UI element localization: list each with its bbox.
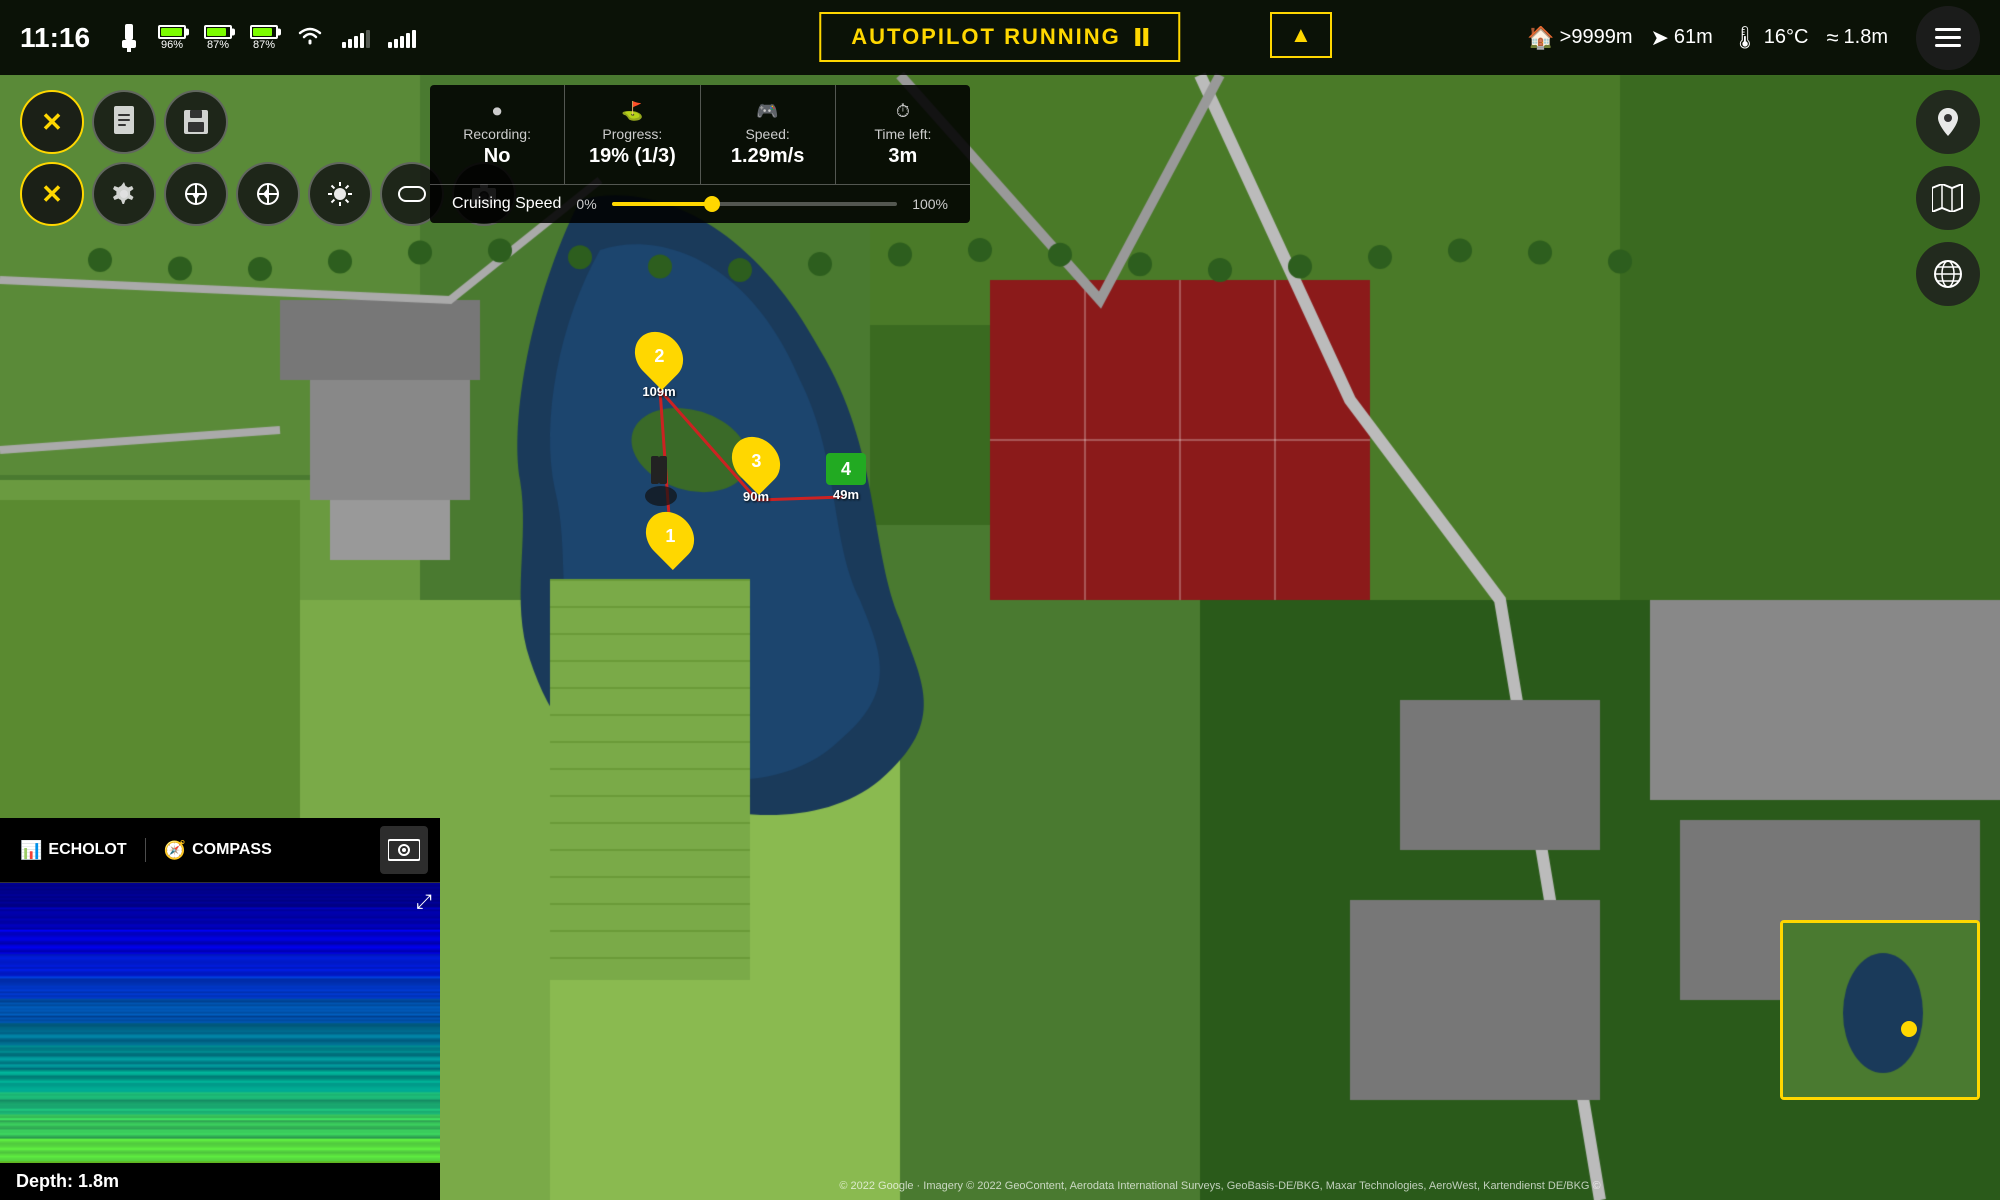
battery-3: 87% — [250, 25, 278, 51]
speed-slider[interactable] — [612, 202, 898, 206]
map-type-button[interactable] — [1916, 166, 1980, 230]
mini-map-canvas — [1783, 923, 1980, 1100]
progress-icon: ⛳ — [587, 101, 677, 122]
recording-icon: ⏺ — [452, 101, 542, 122]
waypoint-down-1[interactable] — [164, 162, 228, 226]
pause-icon — [1136, 28, 1149, 46]
mini-map[interactable] — [1780, 920, 1980, 1100]
compass-label: COMPASS — [192, 841, 272, 859]
close-button-2[interactable]: ✕ — [20, 162, 84, 226]
waypoint-2[interactable]: 2 109m — [637, 330, 681, 399]
waypoint-4-pin: 4 — [826, 453, 866, 485]
battery-2: 87% — [204, 25, 232, 51]
signal-bars-1 — [342, 28, 370, 48]
echolot-extra-btn[interactable] — [380, 826, 428, 874]
status-time: 11:16 — [20, 22, 100, 54]
cruising-speed-label: Cruising Speed — [452, 195, 561, 213]
nav-item: ➤ 61m — [1650, 25, 1712, 51]
temp-icon: 🌡 — [1731, 25, 1759, 51]
compass-icon: 🧭 — [164, 840, 186, 861]
nav-icon: ➤ — [1650, 25, 1668, 51]
autopilot-label: AUTOPILOT RUNNING — [851, 24, 1120, 50]
recording-cell: ⏺ Recording: No — [430, 85, 565, 184]
speed-slider-track — [612, 202, 898, 206]
waypoint-3[interactable]: 3 90m — [734, 435, 778, 504]
speed-max-label: 100% — [912, 196, 948, 212]
save-button[interactable] — [164, 90, 228, 154]
speed-icon: 🎮 — [723, 101, 813, 122]
battery-1: 96% — [158, 25, 186, 51]
echolot-label: ECHOLOT — [48, 841, 126, 859]
waypoint-1[interactable]: 1 — [648, 510, 692, 562]
speed-min-label: 0% — [576, 196, 596, 212]
autopilot-alert-button[interactable]: ▲ — [1270, 12, 1332, 58]
echolot-panel: 📊 ECHOLOT 🧭 COMPASS ⤢ Depth: 1.8m — [0, 818, 440, 1200]
boat-icon — [637, 450, 685, 510]
waypoint-4-label: 49m — [833, 487, 859, 502]
progress-cell: ⛳ Progress: 19% (1/3) — [565, 85, 700, 184]
settings-button[interactable] — [92, 162, 156, 226]
boat-marker — [637, 450, 685, 510]
altitude-item: 🏠 >9999m — [1527, 25, 1632, 51]
mini-map-position — [1901, 1021, 1917, 1037]
right-controls — [1916, 90, 1980, 306]
timeleft-cell: ⏱ Time left: 3m — [836, 85, 970, 184]
tab-separator — [145, 838, 146, 862]
globe-button[interactable] — [1916, 242, 1980, 306]
timeleft-icon: ⏱ — [858, 101, 948, 122]
echolot-header: 📊 ECHOLOT 🧭 COMPASS — [0, 818, 440, 883]
close-button-1[interactable]: ✕ — [20, 90, 84, 154]
compass-tab[interactable]: 🧭 COMPASS — [156, 836, 280, 865]
signal-item: ≈ 1.8m — [1826, 25, 1888, 51]
location-button[interactable] — [1916, 90, 1980, 154]
echolot-footer: Depth: 1.8m — [0, 1163, 440, 1200]
signal-wave-icon: ≈ — [1826, 25, 1838, 51]
depth-value: Depth: 1.8m — [16, 1171, 119, 1191]
document-button[interactable] — [92, 90, 156, 154]
speed-slider-fill — [612, 202, 712, 206]
temp-item: 🌡 16°C — [1731, 25, 1809, 51]
info-panel-bottom: Cruising Speed 0% 100% — [430, 185, 970, 223]
map-attribution: © 2022 Google · Imagery © 2022 GeoConten… — [440, 1180, 2000, 1192]
info-panel-top: ⏺ Recording: No ⛳ Progress: 19% (1/3) 🎮 … — [430, 85, 970, 185]
echolot-display: ⤢ — [0, 883, 440, 1163]
info-panel: ⏺ Recording: No ⛳ Progress: 19% (1/3) 🎮 … — [430, 85, 970, 223]
sonar-canvas — [0, 883, 440, 1163]
autopilot-button[interactable]: AUTOPILOT RUNNING — [819, 12, 1180, 62]
brightness-button[interactable] — [308, 162, 372, 226]
right-status-group: 🏠 >9999m ➤ 61m 🌡 16°C ≈ 1.8m — [1527, 6, 1980, 70]
speed-slider-thumb — [704, 196, 720, 212]
echolot-tab[interactable]: 📊 ECHOLOT — [12, 836, 135, 865]
wifi-icon — [296, 23, 324, 52]
home-icon: 🏠 — [1527, 25, 1554, 51]
signal-bars-2 — [388, 28, 416, 48]
speed-cell: 🎮 Speed: 1.29m/s — [701, 85, 836, 184]
echolot-icon: 📊 — [20, 840, 42, 861]
waypoint-down-2[interactable] — [236, 162, 300, 226]
waypoint-4[interactable]: 4 49m — [826, 453, 866, 502]
menu-button[interactable] — [1916, 6, 1980, 70]
expand-button[interactable]: ⤢ — [416, 891, 432, 914]
alert-triangle-icon: ▲ — [1290, 22, 1312, 48]
device-icon — [118, 24, 140, 52]
